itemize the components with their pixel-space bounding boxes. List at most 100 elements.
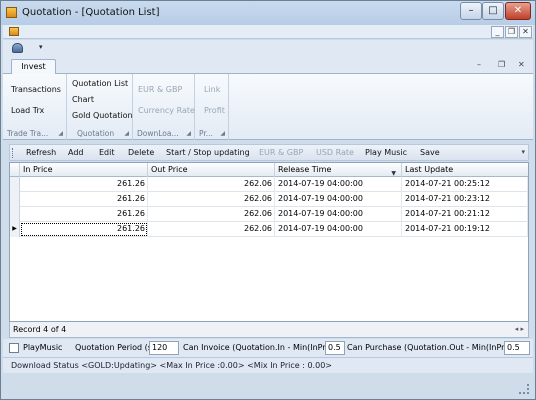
group-label: DownLoa... ◢ [137,129,191,138]
mdi-minimize-button[interactable]: _ [491,26,504,38]
window-bottom [3,373,533,397]
cell-out-price[interactable]: 262.06 [148,222,275,237]
delete-button[interactable]: Delete [128,148,154,157]
mdi-close-button[interactable]: ✕ [519,26,532,38]
mdi-restore-button[interactable]: ❐ [505,26,518,38]
column-release-time[interactable]: Release Time ▼ [275,163,402,177]
cell-in-price[interactable]: 261.26 [20,207,148,222]
can-purchase-label: Can Purchase (Quotation.Out - Min(InPric… [347,343,523,352]
ribbon: Transactions Load Trx Trade Tra... ◢ Quot… [3,74,533,140]
dialog-launcher-icon[interactable]: ◢ [220,130,225,137]
can-purchase-input[interactable]: 0.5 [504,341,530,355]
header-corner [10,163,20,177]
record-navigator: Record 4 of 4 ◂ ▸ [9,322,529,338]
group-label: Pr... ◢ [199,129,225,138]
cell-last-update[interactable]: 2014-07-21 00:25:12 [402,177,528,192]
column-in-price[interactable]: In Price [20,163,148,177]
quotation-period-input[interactable]: 120 [149,341,179,355]
dialog-launcher-icon[interactable]: ◢ [186,130,191,137]
cell-release-time[interactable]: 2014-07-19 04:00:00 [275,222,402,237]
quotation-period-label: Quotation Period (s) [75,343,156,352]
status-bar: Download Status <GOLD:Updating> <Max In … [3,357,533,373]
group-trade-transactions: Transactions Load Trx Trade Tra... ◢ [3,74,67,140]
cell-release-time[interactable]: 2014-07-19 04:00:00 [275,177,402,192]
close-button[interactable]: ✕ [505,2,531,20]
row-header[interactable] [10,207,20,222]
table-row[interactable]: 261.26 262.06 2014-07-19 04:00:00 2014-0… [10,192,528,207]
usd-rate-button[interactable]: USD Rate [316,148,354,157]
minimize-button[interactable]: – [460,2,482,20]
scroll-left-icon[interactable]: ◂ [515,325,519,333]
play-music-button[interactable]: Play Music [365,148,407,157]
cell-in-price[interactable]: 261.26 [20,222,148,237]
can-invoice-label: Can Invoice (Quotation.In - Min(InPrice)… [183,343,344,352]
save-button[interactable]: Save [420,148,440,157]
load-trx-button[interactable]: Load Trx [11,106,44,115]
cell-in-price[interactable]: 261.26 [20,192,148,207]
cell-last-update[interactable]: 2014-07-21 00:19:12 [402,222,528,237]
maximize-button[interactable]: □ [482,2,504,20]
cell-release-time[interactable]: 2014-07-19 04:00:00 [275,207,402,222]
column-last-update[interactable]: Last Update [402,163,528,177]
link-button[interactable]: Link [204,85,220,94]
cell-out-price[interactable]: 262.06 [148,192,275,207]
grid-header: In Price Out Price Release Time ▼ Last Up… [10,163,528,177]
cell-out-price[interactable]: 262.06 [148,207,275,222]
app-icon [6,7,17,18]
row-header[interactable] [10,192,20,207]
group-profit: Link Profit Pr... ◢ [195,74,229,140]
eur-gbp-button[interactable]: EUR & GBP [138,85,182,94]
currency-rate-button[interactable]: Currency Rate [138,106,195,115]
quotation-grid[interactable]: In Price Out Price Release Time ▼ Last Up… [9,162,529,322]
play-music-label: PlayMusic [23,343,63,352]
table-row[interactable]: ▶ 261.26 262.06 2014-07-19 04:00:00 2014… [10,222,528,237]
refresh-button[interactable]: Refresh [26,148,56,157]
dialog-launcher-icon[interactable]: ◢ [124,130,129,137]
record-count: Record 4 of 4 [13,325,67,334]
table-row[interactable]: 261.26 262.06 2014-07-19 04:00:00 2014-0… [10,207,528,222]
ribbon-restore-button[interactable]: ❐ [498,60,505,69]
toolbar-grip[interactable] [12,148,15,158]
scroll-right-icon[interactable]: ▸ [520,325,524,333]
mdi-bar: _ ❐ ✕ [3,25,533,39]
quick-access-toolbar: ▾ [3,40,533,56]
mdi-document-icon[interactable] [9,27,19,36]
quotation-list-button[interactable]: Quotation List [72,79,128,88]
group-label: Trade Tra... ◢ [7,129,63,138]
column-out-price[interactable]: Out Price [148,163,275,177]
chart-button[interactable]: Chart [72,95,94,104]
group-label: Quotation ◢ [77,129,129,138]
group-download: EUR & GBP Currency Rate DownLoa... ◢ [133,74,195,140]
toolbar-overflow-icon[interactable]: ▾ [521,148,525,156]
edit-button[interactable]: Edit [99,148,115,157]
qat-dropdown-icon[interactable]: ▾ [39,43,43,51]
main-window: Quotation - [Quotation List] – □ ✕ _ ❐ ✕… [0,0,536,400]
window-title: Quotation - [Quotation List] [22,7,160,18]
eur-gbp-toolbar-button[interactable]: EUR & GBP [259,148,303,157]
table-row[interactable]: 261.26 262.06 2014-07-19 04:00:00 2014-0… [10,177,528,192]
ribbon-close-button[interactable]: ✕ [518,60,525,69]
can-invoice-input[interactable]: 0.5 [325,341,345,355]
cell-in-price[interactable]: 261.26 [20,177,148,192]
cell-release-time[interactable]: 2014-07-19 04:00:00 [275,192,402,207]
row-header[interactable] [10,177,20,192]
save-icon[interactable] [12,43,23,53]
transactions-button[interactable]: Transactions [11,85,61,94]
gold-quotation-button[interactable]: Gold Quotation [72,111,133,120]
dialog-launcher-icon[interactable]: ◢ [58,130,63,137]
download-status: Download Status <GOLD:Updating> <Max In … [11,361,332,370]
start-stop-updating-button[interactable]: Start / Stop updating [166,148,250,157]
cell-last-update[interactable]: 2014-07-21 00:21:12 [402,207,528,222]
ribbon-minimize-button[interactable]: – [477,60,481,69]
current-row-marker-icon[interactable]: ▶ [10,222,20,237]
profit-button[interactable]: Profit [204,106,225,115]
grid-toolbar: Refresh Add Edit Delete Start / Stop upd… [9,144,529,161]
scroll-arrows[interactable]: ◂ ▸ [515,325,524,333]
play-music-checkbox[interactable] [9,343,19,353]
add-button[interactable]: Add [68,148,84,157]
cell-last-update[interactable]: 2014-07-21 00:23:12 [402,192,528,207]
title-bar[interactable]: Quotation - [Quotation List] – □ ✕ [1,1,535,25]
cell-out-price[interactable]: 262.06 [148,177,275,192]
resize-grip-icon[interactable] [519,384,529,394]
tab-invest[interactable]: Invest [11,59,56,75]
